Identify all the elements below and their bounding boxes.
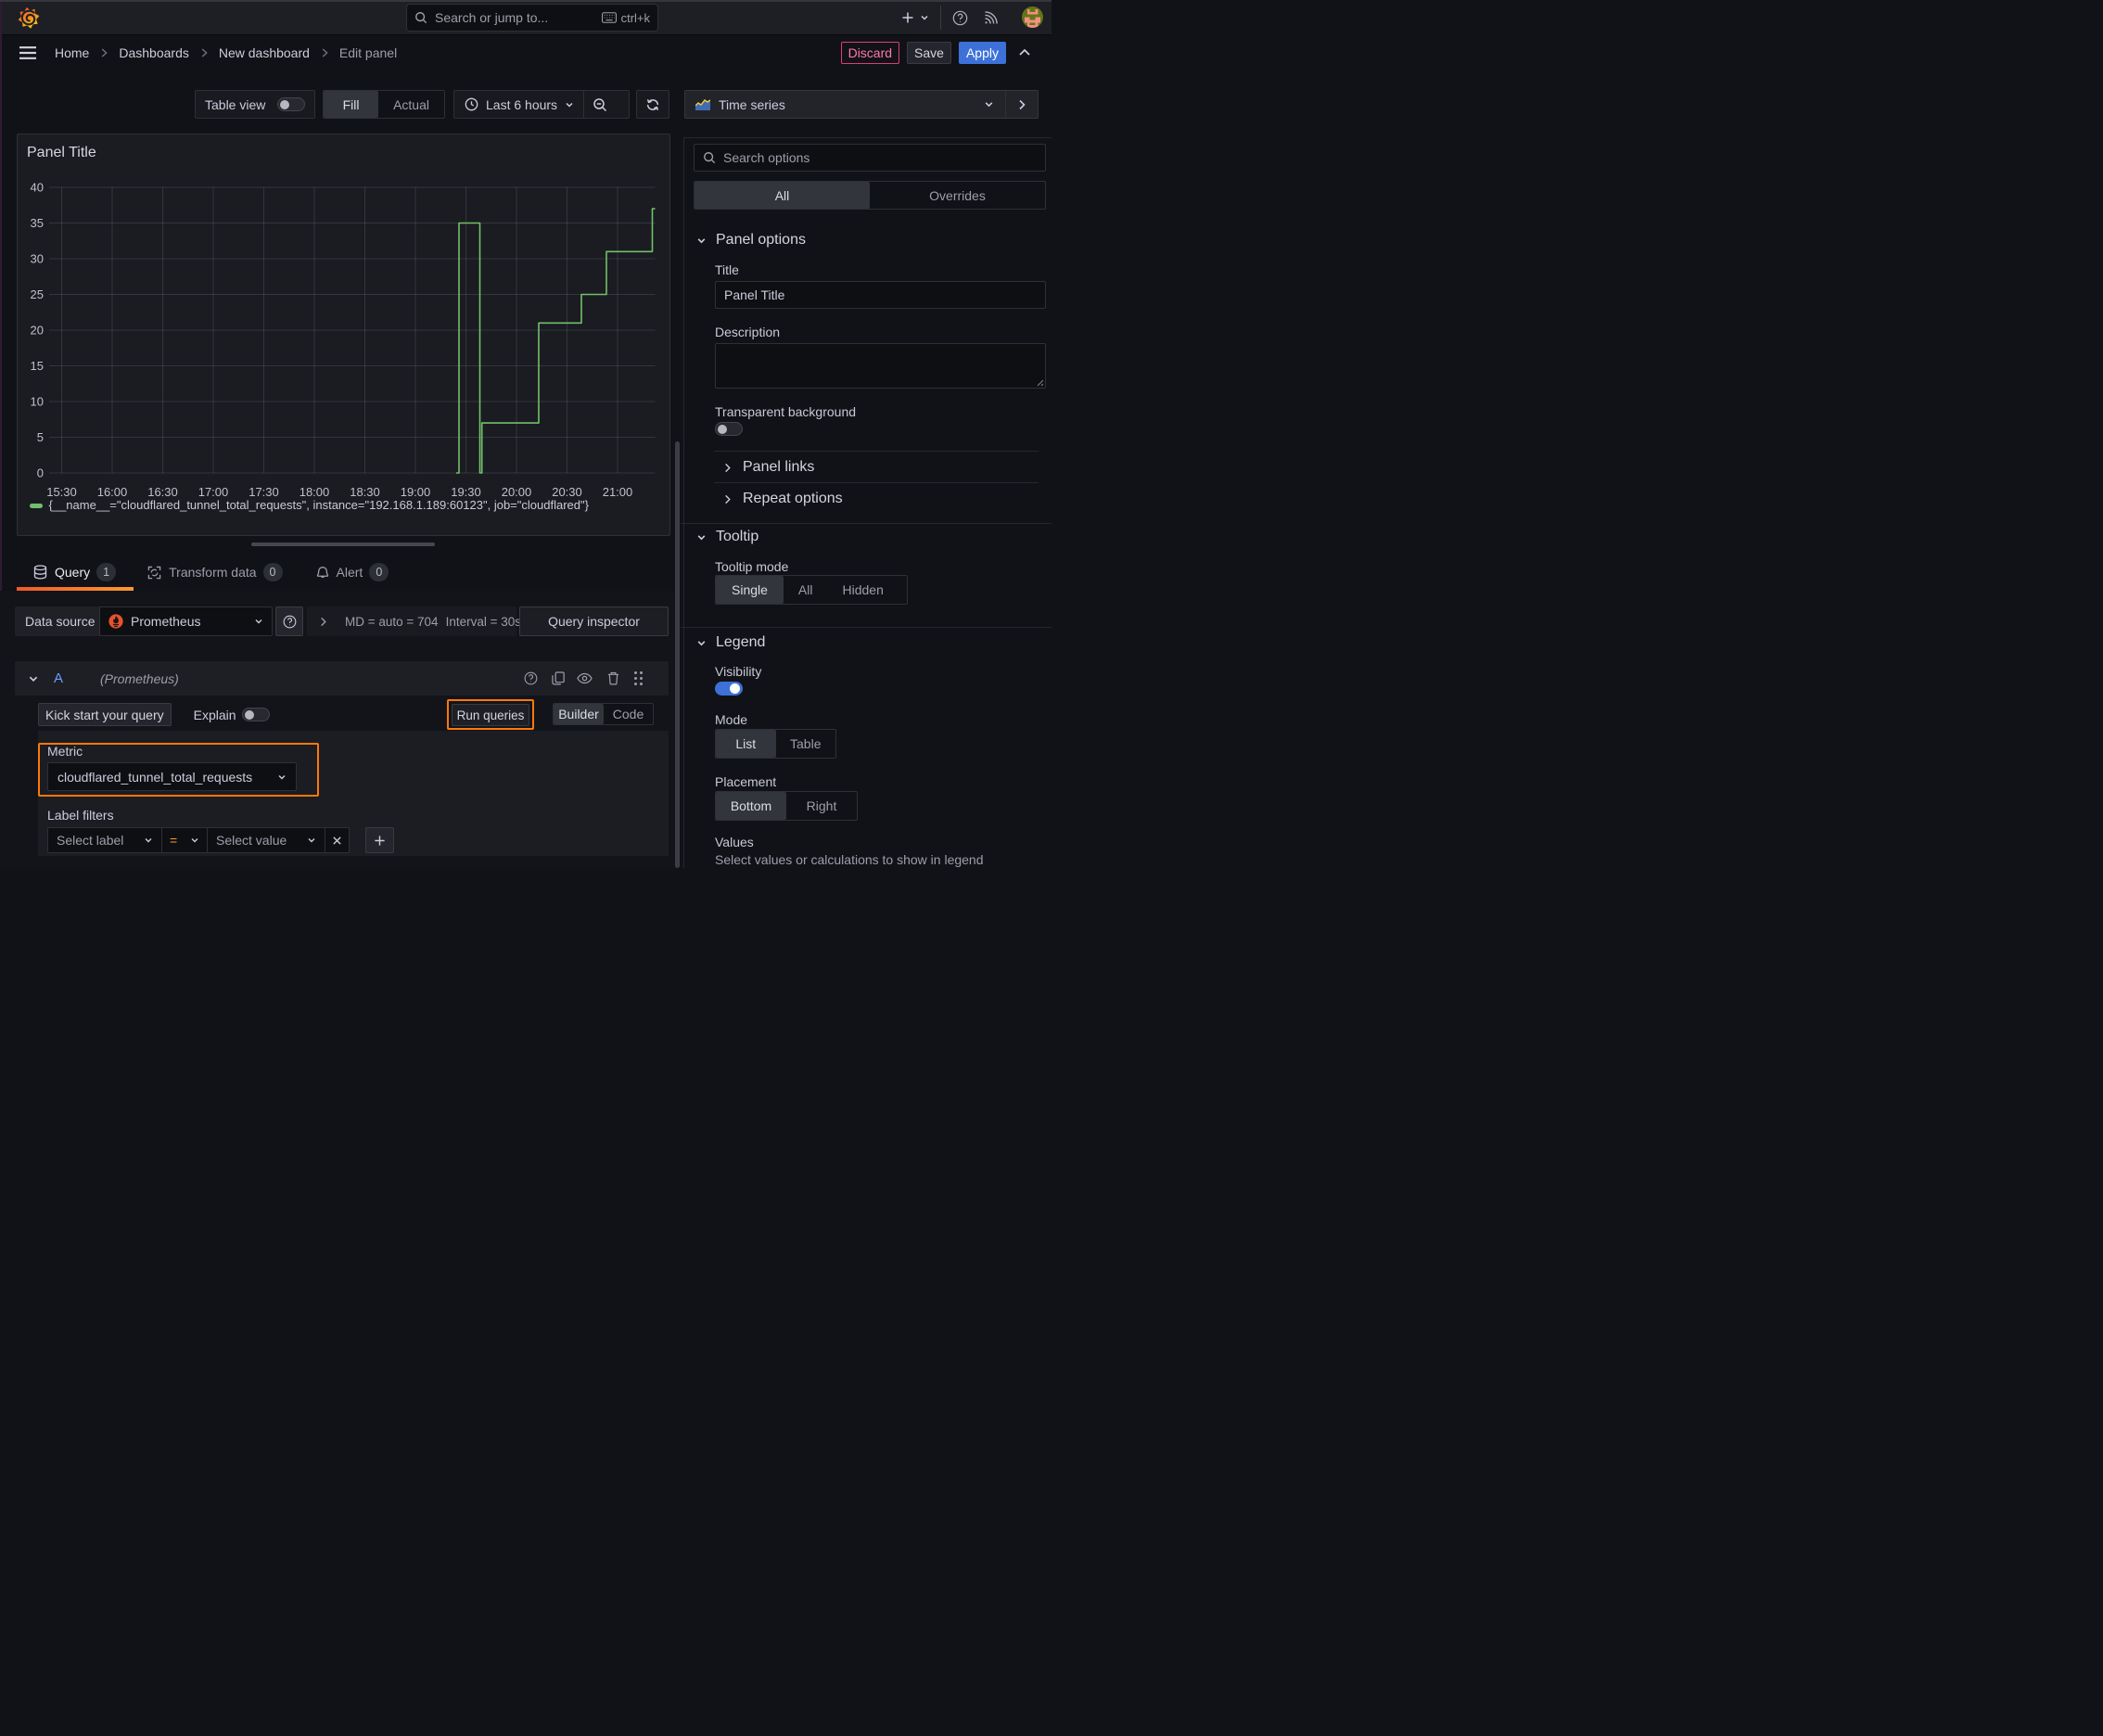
svg-text:0: 0	[37, 466, 44, 480]
svg-text:5: 5	[37, 430, 44, 444]
svg-text:20:00: 20:00	[502, 485, 532, 499]
svg-text:19:30: 19:30	[451, 485, 481, 499]
svg-text:40: 40	[31, 181, 44, 195]
svg-text:25: 25	[31, 287, 44, 301]
svg-text:19:00: 19:00	[401, 485, 431, 499]
svg-text:35: 35	[31, 216, 44, 230]
svg-text:17:30: 17:30	[249, 485, 279, 499]
svg-text:15:30: 15:30	[46, 485, 77, 499]
svg-text:18:30: 18:30	[350, 485, 380, 499]
svg-text:21:00: 21:00	[603, 485, 633, 499]
svg-text:15: 15	[31, 359, 44, 373]
svg-text:18:00: 18:00	[300, 485, 330, 499]
svg-text:10: 10	[31, 395, 44, 409]
svg-text:17:00: 17:00	[198, 485, 229, 499]
svg-text:30: 30	[31, 252, 44, 266]
svg-text:16:30: 16:30	[147, 485, 178, 499]
svg-text:16:00: 16:00	[97, 485, 128, 499]
svg-text:20:30: 20:30	[552, 485, 582, 499]
svg-text:20: 20	[31, 324, 44, 338]
